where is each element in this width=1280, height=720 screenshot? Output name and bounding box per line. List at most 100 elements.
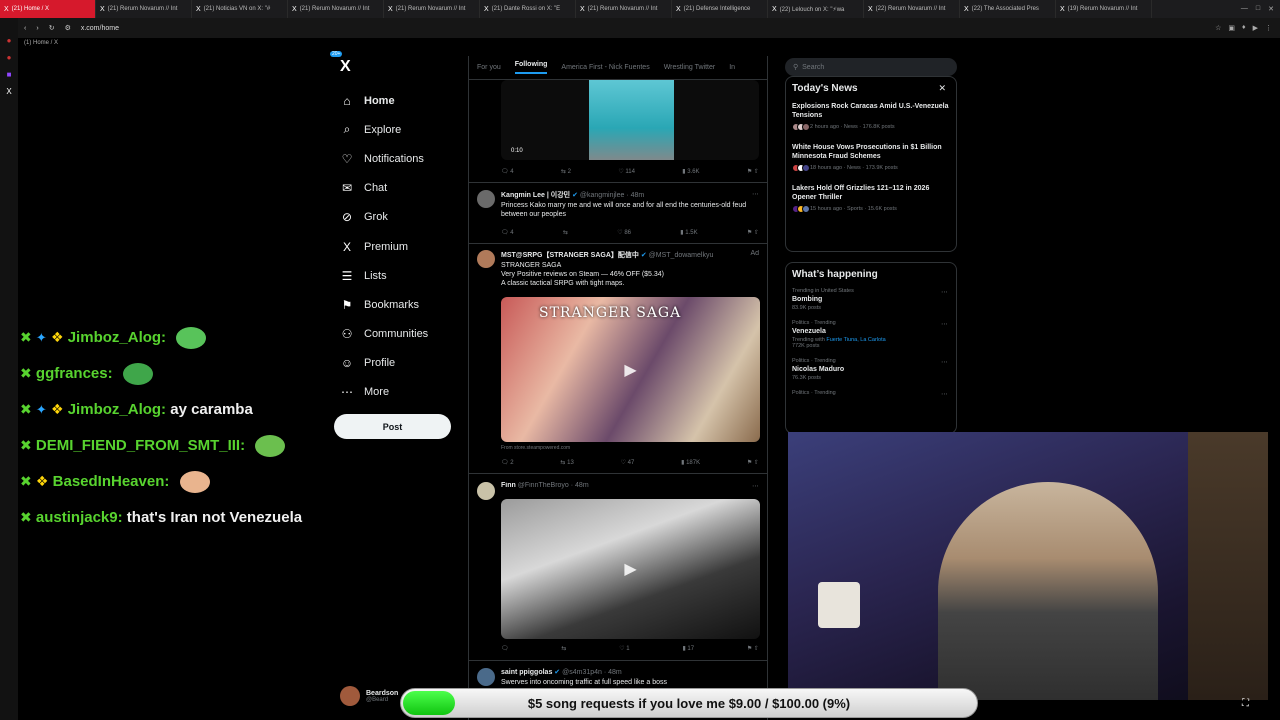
tweet-video[interactable]: 0:10 <box>501 80 759 160</box>
repost-button[interactable]: ⇆ 2 <box>561 168 571 175</box>
close-icon[interactable]: ✕ <box>938 83 946 94</box>
tweet-author[interactable]: Kangmin Lee | 이강민 <box>501 192 570 199</box>
more-icon[interactable]: ⋯ <box>941 358 948 366</box>
url-field[interactable]: x.com/home <box>81 25 119 32</box>
browser-tab[interactable]: X (21) Defense Intelligence <box>672 0 768 18</box>
news-item[interactable]: Lakers Hold Off Grizzlies 121–112 in 202… <box>792 184 950 213</box>
nav-item-more[interactable]: ⋯ More <box>335 378 455 407</box>
search-input[interactable]: ⚲ Search <box>785 58 957 76</box>
shield-icon[interactable]: ♦ <box>1242 24 1246 32</box>
timeline-tab[interactable]: Wrestling Twitter <box>664 64 715 71</box>
reply-button[interactable]: 🗨 4 <box>501 168 514 175</box>
browser-tab[interactable]: X (21) Rerum Novarum // Int <box>96 0 192 18</box>
tweet-video[interactable]: ▶ <box>501 499 760 639</box>
browser-tab[interactable]: X (21) Dante Rossi on X: "E <box>480 0 576 18</box>
trend-item[interactable]: Politics · Trending Venezuela Trending wit… <box>792 320 950 349</box>
timeline-tab[interactable]: In <box>729 64 735 71</box>
nav-item-bookmarks[interactable]: ⚑ Bookmarks <box>335 290 455 319</box>
trend-item[interactable]: Politics · Trending Nicolas Maduro 76.3K p… <box>792 358 950 381</box>
repost-button[interactable]: ⇆ 13 <box>560 459 573 466</box>
tweet-handle[interactable]: @MST_dowamelkyu <box>649 252 714 259</box>
x-logo-icon[interactable]: X <box>340 58 455 76</box>
reply-button[interactable]: 🗨 4 <box>501 229 514 236</box>
nav-item-home[interactable]: ⌂ Home <box>335 86 455 115</box>
tweet-author[interactable]: saint ppiggolas <box>501 669 552 676</box>
tweet-handle[interactable]: @FinnTheBroyo · 48m <box>518 482 589 489</box>
nav-item-communities[interactable]: ⚇ Communities <box>335 320 455 349</box>
tweet-author[interactable]: Finn <box>501 482 516 489</box>
ad-video[interactable]: STRANGER SAGA ▶ <box>501 297 760 442</box>
reply-button[interactable]: 🗨 <box>501 645 509 652</box>
nav-item-premium[interactable]: X Premium <box>335 232 455 261</box>
bookmark-star-icon[interactable]: ☆ <box>1215 24 1221 32</box>
views-button[interactable]: ▮ 187K <box>681 459 700 466</box>
trend-related-link[interactable]: Fuerte Tiuna, La Carlota <box>826 337 885 343</box>
more-icon[interactable]: ⋯ <box>752 190 759 198</box>
back-icon[interactable]: ‹ <box>24 25 26 32</box>
nav-item-notifications[interactable]: ♡ 20+ Notifications <box>330 51 455 173</box>
nav-item-chat[interactable]: ✉ Chat <box>335 174 455 203</box>
tweet-author[interactable]: MST@SRPG【STRANGER SAGA】配信中 <box>501 252 639 259</box>
nav-item-explore[interactable]: ⌕ Explore <box>335 115 455 144</box>
trend-item[interactable]: Trending in United States Bombing 83.9K po… <box>792 288 950 311</box>
play-icon[interactable]: ▶ <box>624 360 636 380</box>
browser-tab[interactable]: X (21) Noticias VN on X: "# <box>192 0 288 18</box>
menu-icon[interactable]: ⋮ <box>1265 24 1272 32</box>
fullscreen-icon[interactable]: ⛶ <box>1242 698 1249 709</box>
browser-tab[interactable]: X (21) Rerum Novarum // Int <box>384 0 480 18</box>
forward-icon[interactable]: › <box>36 25 38 32</box>
views-button[interactable]: ▮ 17 <box>682 645 694 652</box>
window-controls[interactable]: — □ ✕ <box>1241 5 1280 13</box>
avatar[interactable] <box>477 668 495 686</box>
repost-button[interactable]: ⇆ <box>563 229 568 236</box>
like-button[interactable]: ♡ 86 <box>617 229 631 236</box>
timeline-tab[interactable]: America First - Nick Fuentes <box>561 64 649 71</box>
nav-item-lists[interactable]: ☰ Lists <box>335 261 455 290</box>
minimize-icon[interactable]: — <box>1241 5 1248 13</box>
views-button[interactable]: ▮ 3.6K <box>682 168 699 175</box>
browser-tab[interactable]: X (21) Home / X <box>0 0 96 18</box>
avatar[interactable] <box>477 482 495 500</box>
maximize-icon[interactable]: □ <box>1256 5 1260 13</box>
trend-item[interactable]: Politics · Trending ⋯ <box>792 390 950 398</box>
news-item[interactable]: Explosions Rock Caracas Amid U.S.-Venezu… <box>792 102 950 131</box>
sidebar-app-icon[interactable]: X <box>6 87 11 96</box>
browser-tab[interactable]: X (21) Rerum Novarum // Int <box>288 0 384 18</box>
tweet-handle[interactable]: @s4m31p4n · 48m <box>562 669 622 676</box>
more-icon[interactable]: ⋯ <box>752 482 759 490</box>
nav-item-grok[interactable]: ⊘ Grok <box>335 203 455 232</box>
bookmark-icon[interactable]: ⚑ ⇧ <box>747 168 759 175</box>
avatar[interactable] <box>477 190 495 208</box>
play-icon[interactable]: ▶ <box>1253 24 1258 32</box>
browser-tab[interactable]: X (22) Lelouch on X: "⚡wa <box>768 0 864 18</box>
browser-tab[interactable]: X (22) Rerum Novarum // Int <box>864 0 960 18</box>
extension-icon[interactable]: ▣ <box>1228 24 1235 32</box>
sidebar-app-icon[interactable]: ■ <box>7 70 12 79</box>
account-switcher[interactable]: Beardson @Beard <box>340 686 398 706</box>
bookmark-icon[interactable]: ⚑ ⇧ <box>747 229 759 236</box>
browser-tab[interactable]: X (19) Rerum Novarum // Int <box>1056 0 1152 18</box>
more-icon[interactable]: ⋯ <box>941 320 948 328</box>
bookmark-icon[interactable]: ⚑ ⇧ <box>747 645 759 652</box>
bookmark-icon[interactable]: ⚑ ⇧ <box>747 459 759 466</box>
sidebar-app-icon[interactable]: ● <box>7 53 12 62</box>
avatar[interactable] <box>477 250 495 268</box>
browser-tab[interactable]: X (21) Rerum Novarum // Int <box>576 0 672 18</box>
sidebar-app-icon[interactable]: ● <box>7 36 12 45</box>
post-button[interactable]: Post <box>334 414 451 439</box>
more-icon[interactable]: ⋯ <box>941 288 948 296</box>
like-button[interactable]: ♡ 1 <box>619 645 629 652</box>
site-info-icon[interactable]: ⚙ <box>65 24 71 32</box>
close-window-icon[interactable]: ✕ <box>1268 5 1274 13</box>
browser-tab[interactable]: X (22) The Associated Pres <box>960 0 1056 18</box>
like-button[interactable]: ♡ 47 <box>621 459 635 466</box>
views-button[interactable]: ▮ 1.5K <box>680 229 697 236</box>
repost-button[interactable]: ⇆ <box>561 645 566 652</box>
reply-button[interactable]: 🗨 2 <box>501 459 514 466</box>
reload-icon[interactable]: ↻ <box>49 24 55 32</box>
timeline-tab[interactable]: For you <box>477 64 501 71</box>
timeline-tab[interactable]: Following <box>514 61 548 74</box>
more-icon[interactable]: ⋯ <box>941 390 948 398</box>
news-item[interactable]: White House Vows Prosecutions in $1 Bill… <box>792 143 950 172</box>
ad-source[interactable]: From store.steampowered.com <box>501 445 570 451</box>
